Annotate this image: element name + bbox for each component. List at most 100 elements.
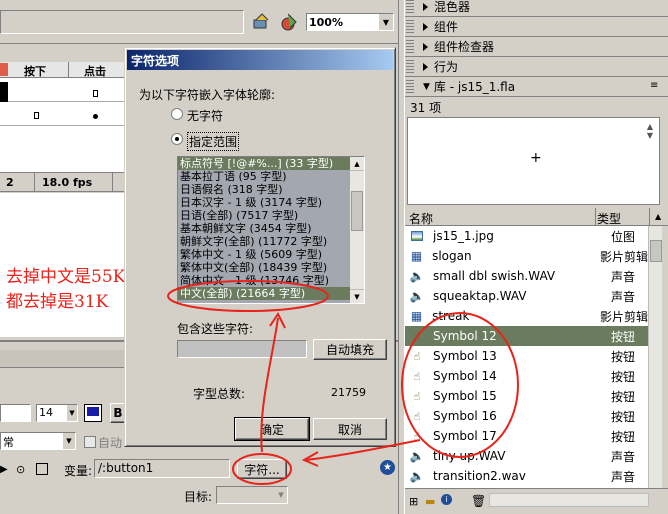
play-icon[interactable]: ▶ (0, 464, 8, 475)
range-item[interactable]: 标点符号 [!@#%...] (33 字型) (178, 157, 350, 170)
chevron-down-icon[interactable]: ▼ (379, 14, 393, 30)
library-item-name: Symbol 14 (433, 369, 497, 383)
library-preview: ▲ ▼ + (407, 117, 660, 205)
col-type-header[interactable]: 类型 (597, 210, 621, 227)
range-item[interactable]: 朝鲜文字(全部) (11772 字型) (178, 235, 350, 248)
font-field[interactable] (0, 404, 31, 422)
border-toggle-icon[interactable] (36, 463, 48, 475)
button-icon: ☝ (413, 429, 421, 443)
scroll-thumb[interactable] (650, 240, 662, 262)
scroll-thumb[interactable] (351, 191, 363, 231)
library-item-type: 影片剪辑 (599, 249, 648, 264)
dialog-title-bar[interactable]: 字符选项 (127, 50, 393, 70)
library-item[interactable]: 🔈 transition2.wav 声音 (405, 466, 648, 486)
expand-arrow-icon (423, 2, 428, 11)
panel-inspector[interactable]: 组件检查器 (405, 37, 668, 57)
panel-grip-icon[interactable] (406, 0, 414, 14)
radio-none-label[interactable]: 无字符 (187, 107, 223, 124)
library-list[interactable]: js15_1.jpg 位图 ▦ slogan 影片剪辑 🔈 small dbl swish.… (405, 226, 648, 488)
properties-icon[interactable]: i (441, 494, 452, 505)
radio-range-label[interactable]: 指定范围 (187, 132, 240, 151)
include-field[interactable] (177, 340, 307, 358)
new-symbol-icon[interactable]: ⊞ (409, 495, 418, 508)
target-select[interactable]: ▼ (216, 486, 288, 504)
range-item[interactable]: 基本拉丁语 (95 字型) (178, 170, 350, 183)
radio-range[interactable] (171, 133, 183, 145)
help-icon[interactable]: ★ (380, 460, 395, 475)
frame-rate: 18.0 fps (42, 176, 93, 189)
range-item[interactable]: 基本朝鲜文字 (3454 字型) (178, 222, 350, 235)
preview-playback-controls[interactable]: ▲ ▼ (647, 122, 653, 140)
font-size-field[interactable]: 14 ▼ (36, 404, 78, 422)
panel-grip-icon[interactable] (406, 40, 414, 54)
auto-kern-label: 自动 (98, 436, 123, 450)
edit-symbol-icon[interactable] (252, 12, 272, 32)
horizontal-scrollbar[interactable] (489, 493, 649, 507)
keyframe-icon (93, 90, 98, 97)
cancel-button[interactable]: 取消 (313, 418, 387, 440)
library-item[interactable]: ☝ Symbol 15 按钮 (405, 386, 648, 406)
library-scrollbar[interactable] (648, 226, 662, 488)
timeline-col-down: 按下 (24, 65, 46, 78)
range-item[interactable]: 日语(全部) (7517 字型) (178, 209, 350, 222)
panel-components[interactable]: 组件 (405, 17, 668, 37)
range-list-scrollbar[interactable]: ▲ ▼ (350, 157, 364, 303)
timeline-layer-row[interactable] (0, 104, 125, 126)
autofill-button[interactable]: 自动填充 (313, 339, 387, 360)
scroll-down-arrow[interactable]: ▼ (350, 289, 364, 303)
range-item[interactable]: 日语假名 (318 字型) (178, 183, 350, 196)
panel-grip-icon[interactable] (406, 80, 414, 94)
range-item[interactable]: 繁体中文(全部) (18439 字型) (178, 261, 350, 274)
library-item[interactable]: ☝ Symbol 14 按钮 (405, 366, 648, 386)
new-folder-icon[interactable]: ▬ (425, 495, 435, 508)
panel-library[interactable]: ▼ 库 - js15_1.fla (405, 77, 668, 97)
range-item[interactable]: 中文(全部) (21664 字型) (178, 287, 350, 300)
text-color-swatch[interactable] (84, 404, 102, 422)
panel-behavior[interactable]: 行为 (405, 57, 668, 77)
col-name-header[interactable]: 名称 (409, 210, 433, 227)
panel-grip-icon[interactable] (406, 60, 414, 74)
auto-kern-checkbox[interactable] (84, 436, 96, 448)
scroll-up-arrow[interactable]: ▲ (350, 157, 364, 171)
button-icon: ☝ (413, 329, 421, 343)
edit-scene-icon[interactable] (280, 12, 300, 32)
panel-mixer[interactable]: 混色器 (405, 0, 668, 17)
timeline-layer-row[interactable] (0, 82, 125, 102)
timeline-header: 按下 点击 (0, 62, 125, 78)
library-item[interactable]: 🔈 small dbl swish.WAV 声音 (405, 266, 648, 286)
chevron-down-icon[interactable]: ▼ (63, 433, 75, 449)
library-item[interactable]: ▦ streak 影片剪辑 (405, 306, 648, 326)
library-item-name: js15_1.jpg (433, 229, 494, 243)
library-item-name: tiny up.WAV (433, 449, 506, 463)
character-button[interactable]: 字符... (237, 459, 287, 479)
text-style-select[interactable]: 常 ▼ (0, 432, 76, 450)
library-item[interactable]: 🔈 tiny up.WAV 声音 (405, 446, 648, 466)
library-item[interactable]: ☝ Symbol 12 按钮 (405, 326, 648, 346)
lock-icon[interactable]: ⊙ (16, 463, 25, 476)
library-item[interactable]: 🔈 squeaktap.WAV 声音 (405, 286, 648, 306)
panel-splitter[interactable] (398, 0, 405, 514)
library-item[interactable]: ☝ Symbol 16 按钮 (405, 406, 648, 426)
chevron-down-icon[interactable]: ▼ (275, 487, 287, 503)
library-item[interactable]: js15_1.jpg 位图 (405, 226, 648, 246)
library-item[interactable]: ▦ slogan 影片剪辑 (405, 246, 648, 266)
range-item[interactable]: 繁体中文 - 1 级 (5609 字型) (178, 248, 350, 261)
variable-field[interactable]: /:button1 (94, 459, 230, 478)
sound-icon: 🔈 (409, 289, 425, 303)
range-list[interactable]: 标点符号 [!@#%...] (33 字型) 基本拉丁语 (95 字型) 日语假名 … (177, 156, 365, 304)
library-item[interactable]: ☝ Symbol 17 按钮 (405, 426, 648, 446)
range-item[interactable]: 日本汉字 - 1 级 (3174 字型) (178, 196, 350, 209)
range-item[interactable]: 简体中文 - 1 级 (13746 字型) (178, 274, 350, 287)
dialog-title: 字符选项 (131, 53, 180, 68)
panel-grip-icon[interactable] (406, 20, 414, 34)
sort-order-icon[interactable]: ▲ (655, 212, 661, 221)
library-item[interactable]: ☝ Symbol 13 按钮 (405, 346, 648, 366)
library-menu-icon[interactable]: ≡ (650, 81, 662, 92)
delete-icon[interactable]: 🗑 (471, 494, 486, 508)
chevron-down-icon[interactable]: ▼ (67, 405, 77, 421)
ok-button[interactable]: 确定 (234, 417, 310, 441)
zoom-select[interactable]: 100% ▼ (306, 13, 394, 31)
radio-none[interactable] (171, 108, 183, 120)
property-inspector-header (0, 350, 125, 368)
library-item-type: 声音 (611, 449, 636, 464)
